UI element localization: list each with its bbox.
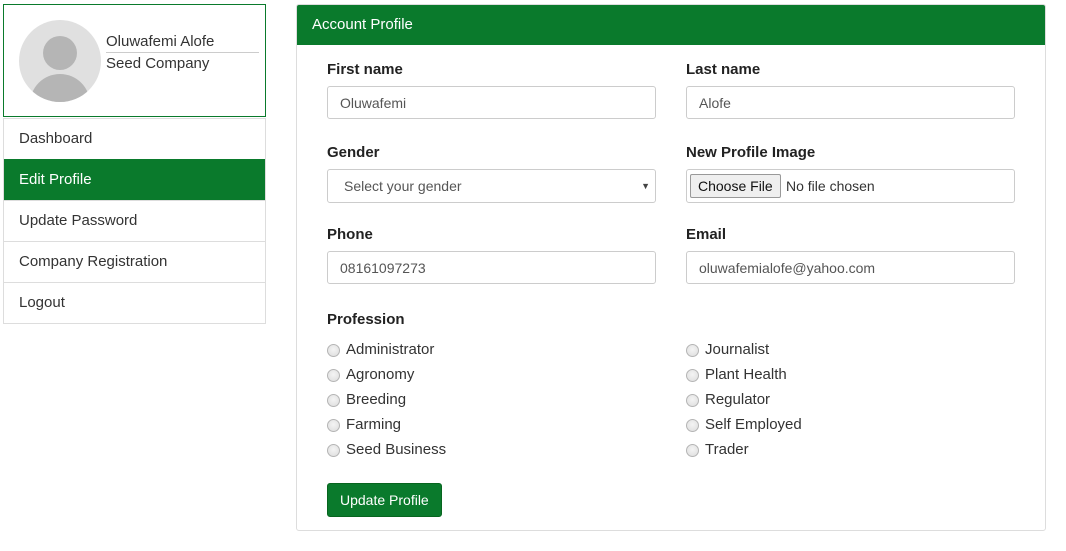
profession-option-label: Plant Health (705, 366, 787, 383)
profession-option-label: Self Employed (705, 416, 802, 433)
chevron-down-icon: ▼ (641, 181, 650, 191)
profile-image-label: New Profile Image (686, 144, 816, 161)
profession-option-label: Seed Business (346, 441, 447, 458)
choose-file-button[interactable]: Choose File (690, 174, 781, 198)
radio-button[interactable] (327, 419, 340, 432)
profession-option-label: Administrator (346, 341, 435, 358)
sidebar-item-company-registration[interactable]: Company Registration (4, 241, 265, 282)
gender-select[interactable]: Select your gender ▼ (327, 169, 656, 203)
sidebar-item-edit-profile[interactable]: Edit Profile (4, 159, 265, 200)
last-name-label: Last name (686, 61, 761, 78)
phone-input[interactable] (327, 251, 656, 284)
email-label: Email (686, 226, 727, 243)
avatar-head-icon (43, 36, 77, 70)
profession-option-label: Journalist (705, 341, 770, 358)
sidebar-item-update-password[interactable]: Update Password (4, 200, 265, 241)
update-profile-button[interactable]: Update Profile (327, 483, 442, 517)
radio-button[interactable] (327, 444, 340, 457)
user-company: Seed Company (106, 55, 210, 72)
avatar-body-icon (30, 74, 90, 102)
gender-select-value: Select your gender (344, 178, 462, 194)
avatar (19, 20, 101, 102)
sidebar-menu: Dashboard Edit Profile Update Password C… (3, 118, 266, 324)
panel-title: Account Profile (297, 5, 1045, 45)
first-name-label: First name (327, 61, 403, 78)
profession-option-label: Regulator (705, 391, 771, 408)
profession-option-label: Farming (346, 416, 402, 433)
email-input[interactable] (686, 251, 1015, 284)
user-name: Oluwafemi Alofe (106, 33, 259, 53)
gender-label: Gender (327, 144, 380, 161)
first-name-input[interactable] (327, 86, 656, 119)
file-status: No file chosen (786, 178, 875, 194)
profession-label: Profession (327, 311, 405, 328)
radio-button[interactable] (686, 394, 699, 407)
profession-option-label: Agronomy (346, 366, 415, 383)
radio-button[interactable] (327, 369, 340, 382)
last-name-input[interactable] (686, 86, 1015, 119)
profession-option-label: Breeding (346, 391, 407, 408)
sidebar-item-dashboard[interactable]: Dashboard (4, 118, 265, 159)
radio-button[interactable] (686, 444, 699, 457)
profile-image-file-input: Choose File No file chosen (686, 169, 1015, 203)
radio-button[interactable] (686, 369, 699, 382)
phone-label: Phone (327, 226, 373, 243)
radio-button[interactable] (686, 419, 699, 432)
profession-option-label: Trader (705, 441, 749, 458)
radio-button[interactable] (686, 344, 699, 357)
radio-button[interactable] (327, 344, 340, 357)
profile-card: Oluwafemi Alofe Seed Company (3, 4, 266, 117)
sidebar-item-logout[interactable]: Logout (4, 282, 265, 323)
account-profile-panel: Account Profile First name Last name Gen… (296, 4, 1046, 531)
radio-button[interactable] (327, 394, 340, 407)
